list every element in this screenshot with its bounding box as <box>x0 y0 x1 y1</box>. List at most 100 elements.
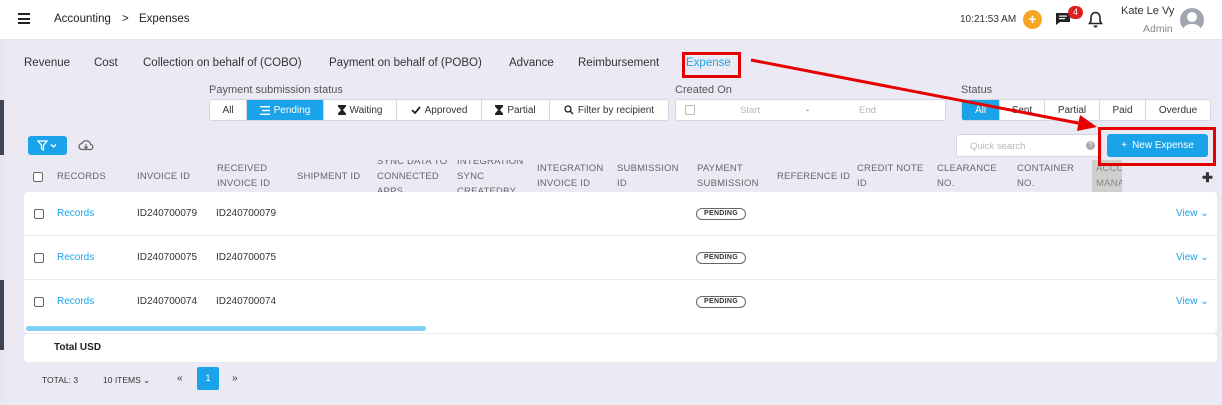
filter-approved[interactable]: Approved <box>397 100 482 120</box>
col-container-no[interactable]: CONTAINER NO. <box>1017 161 1082 191</box>
col-received-invoice-id[interactable]: RECEIVED INVOICE ID <box>217 161 277 191</box>
date-range-input[interactable]: Start - End <box>675 99 946 121</box>
calendar-icon <box>685 105 695 115</box>
expense-table: Records ID240700079 ID240700079 PENDING … <box>24 192 1217 333</box>
received-invoice-id: ID240700075 <box>216 252 277 263</box>
tab-revenue[interactable]: Revenue <box>24 57 70 69</box>
filter-button[interactable] <box>28 136 67 155</box>
page-size-select[interactable]: 10 ITEMS ⌄ <box>103 375 150 386</box>
select-all-checkbox[interactable] <box>33 172 43 182</box>
row-checkbox[interactable] <box>34 297 44 307</box>
col-submission-id[interactable]: SUBMISSION ID <box>617 161 682 191</box>
filter-partial[interactable]: Partial <box>482 100 550 120</box>
records-link[interactable]: Records <box>57 208 94 219</box>
total-count: TOTAL: 3 <box>42 375 79 385</box>
filter-pending[interactable]: Pending <box>247 100 324 120</box>
search-icon <box>564 105 574 115</box>
records-link[interactable]: Records <box>57 296 94 307</box>
status-all[interactable]: All <box>962 100 1000 120</box>
table-row: Records ID240700079 ID240700079 PENDING … <box>24 192 1217 236</box>
avatar[interactable] <box>1180 8 1204 32</box>
top-bar: Accounting > Expenses 10:21:53 AM + 4 Ka… <box>0 0 1222 40</box>
hourglass-icon <box>337 105 346 115</box>
tab-pobo[interactable]: Payment on behalf of (POBO) <box>329 57 482 69</box>
quick-search-input[interactable]: Quick search ? <box>956 134 1102 157</box>
horizontal-scrollbar[interactable] <box>26 326 426 331</box>
user-name[interactable]: Kate Le Vy <box>1121 5 1174 17</box>
status-badge: PENDING <box>696 252 746 264</box>
clock-time: 10:21:53 AM <box>960 14 1017 25</box>
col-integration-invoice-id[interactable]: INTEGRATION INVOICE ID <box>537 161 607 191</box>
invoice-id: ID240700074 <box>137 296 198 307</box>
add-column-icon[interactable]: ✚ <box>1202 170 1213 186</box>
chevron-down-icon <box>50 144 57 148</box>
notification-badge: 4 <box>1068 6 1083 19</box>
col-shipment-id[interactable]: SHIPMENT ID <box>297 169 360 184</box>
view-dropdown[interactable]: View ⌄ <box>1176 208 1209 219</box>
date-separator: - <box>806 105 810 116</box>
cloud-download-icon[interactable] <box>78 139 94 151</box>
table-row: Records ID240700075 ID240700075 PENDING … <box>24 236 1217 280</box>
date-start-placeholder: Start <box>740 105 761 116</box>
sidebar-edge <box>0 40 6 405</box>
col-records[interactable]: RECORDS <box>57 169 106 184</box>
col-sync-data-wrapper: SYNC DATA TO CONNECTED APPS <box>377 160 453 192</box>
view-dropdown[interactable]: View ⌄ <box>1176 296 1209 307</box>
col-invoice-id[interactable]: INVOICE ID <box>137 169 190 184</box>
col-clearance-no[interactable]: CLEARANCE NO. <box>937 161 1002 191</box>
table-row: Records ID240700074 ID240700074 PENDING … <box>24 280 1217 324</box>
invoice-id: ID240700075 <box>137 252 198 263</box>
breadcrumb-current: Expenses <box>139 13 190 25</box>
created-on-label: Created On <box>675 84 732 96</box>
quick-add-button[interactable]: + <box>1023 10 1042 29</box>
breadcrumb-separator: > <box>122 13 129 25</box>
filter-by-recipient[interactable]: Filter by recipient <box>550 100 668 120</box>
status-partial[interactable]: Partial <box>1045 100 1100 120</box>
col-credit-note-id[interactable]: CREDIT NOTE ID <box>857 161 925 191</box>
total-row: Total USD <box>24 334 1217 362</box>
status-label: Status <box>961 84 993 96</box>
col-integration-sync-wrapper: INTEGRATION SYNC CREATEDBY <box>457 160 529 192</box>
col-reference-id[interactable]: REFERENCE ID <box>777 169 850 184</box>
status-badge: PENDING <box>696 208 746 220</box>
status-filter: All Sent Partial Paid Overdue <box>961 99 1211 121</box>
filter-all[interactable]: All <box>210 100 247 120</box>
status-paid[interactable]: Paid <box>1100 100 1146 120</box>
status-badge: PENDING <box>696 296 746 308</box>
status-overdue[interactable]: Overdue <box>1146 100 1210 120</box>
breadcrumb-root[interactable]: Accounting <box>54 13 111 25</box>
received-invoice-id: ID240700079 <box>216 208 277 219</box>
prev-page-button[interactable]: « <box>177 373 183 384</box>
funnel-icon <box>36 140 49 152</box>
page-number-current[interactable]: 1 <box>197 367 219 390</box>
col-sync-data[interactable]: SYNC DATA TO CONNECTED APPS <box>377 160 449 192</box>
tab-advance[interactable]: Advance <box>509 57 554 69</box>
col-integration-sync-createdby[interactable]: INTEGRATION SYNC CREATEDBY <box>457 160 527 192</box>
status-sent[interactable]: Sent <box>1000 100 1045 120</box>
row-checkbox[interactable] <box>34 209 44 219</box>
hourglass-icon <box>495 105 504 115</box>
payment-status-label: Payment submission status <box>209 84 343 96</box>
search-placeholder: Quick search <box>970 141 1026 152</box>
col-payment-submission[interactable]: PAYMENT SUBMISSION <box>697 161 762 191</box>
row-checkbox[interactable] <box>34 253 44 263</box>
help-icon: ? <box>1086 141 1095 150</box>
menu-icon[interactable] <box>18 13 30 25</box>
view-dropdown[interactable]: View ⌄ <box>1176 252 1209 263</box>
next-page-button[interactable]: » <box>232 373 238 384</box>
tab-reimbursement[interactable]: Reimbursement <box>578 57 659 69</box>
total-label: Total USD <box>54 342 102 353</box>
invoice-id: ID240700079 <box>137 208 198 219</box>
tab-cost[interactable]: Cost <box>94 57 118 69</box>
tab-cobo[interactable]: Collection on behalf of (COBO) <box>143 57 302 69</box>
check-icon <box>410 106 421 114</box>
records-link[interactable]: Records <box>57 252 94 263</box>
bell-icon[interactable] <box>1088 11 1103 28</box>
date-end-placeholder: End <box>859 105 876 116</box>
annotation-box-new-expense <box>1098 127 1216 166</box>
list-icon <box>259 105 270 115</box>
filter-waiting[interactable]: Waiting <box>324 100 397 120</box>
annotation-box-expense-tab <box>682 52 741 78</box>
user-role: Admin <box>1143 23 1173 35</box>
received-invoice-id: ID240700074 <box>216 296 277 307</box>
